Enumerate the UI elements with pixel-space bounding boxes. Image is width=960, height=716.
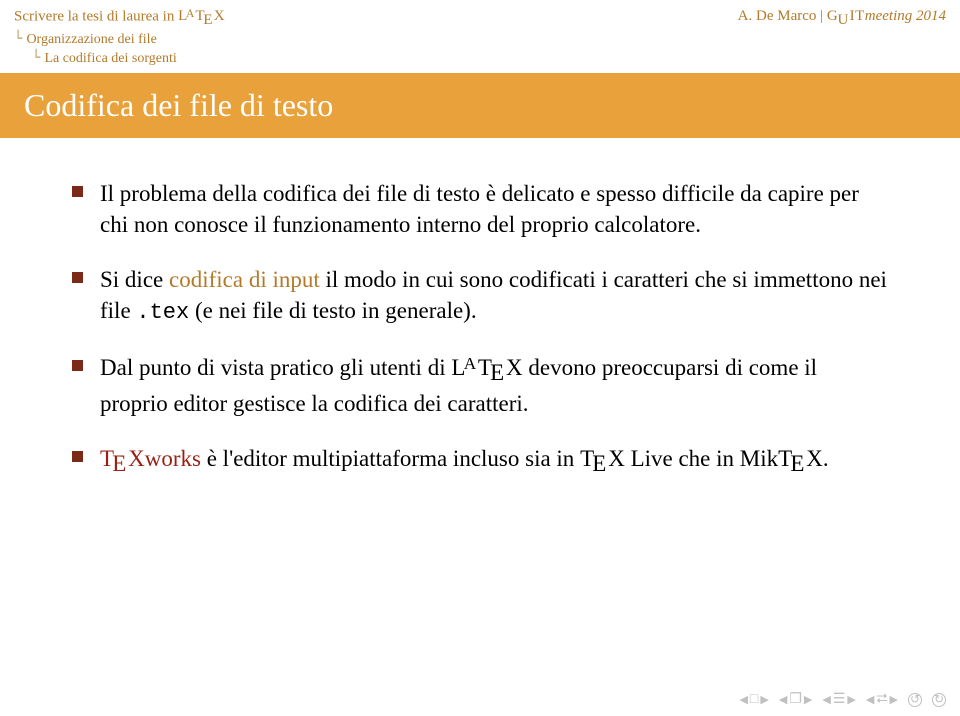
- bullet-4: TEXworks è l'editor multipiattaforma inc…: [100, 443, 890, 479]
- tree-icon: └: [32, 50, 40, 66]
- bullet-4-text-c: .: [823, 446, 829, 471]
- bullet-marker-icon: [72, 272, 83, 283]
- bullet-4-app-name: TEXworks: [100, 446, 201, 471]
- slide-title: Codifica dei file di testo: [24, 87, 936, 124]
- title-band: Codifica dei file di testo: [0, 73, 960, 138]
- header-right: A. De Marco | GUITmeeting 2014: [738, 8, 946, 67]
- nav-prev-frame[interactable]: ◀❐▶: [779, 691, 813, 708]
- nav-forward-icon[interactable]: [932, 693, 946, 707]
- tex-logo: TEX: [580, 446, 625, 471]
- slide-header: Scrivere la tesi di laurea in LATEX └Org…: [0, 0, 960, 73]
- bullet-marker-icon: [72, 186, 83, 197]
- tex-logo: TEX: [778, 446, 823, 471]
- nav-back-icon[interactable]: [908, 693, 922, 707]
- bullet-1: Il problema della codifica dei file di t…: [100, 178, 890, 240]
- bullet-1-text: Il problema della codifica dei file di t…: [100, 181, 859, 237]
- breadcrumb-level-2: └La codifica dei sorgenti: [14, 50, 225, 67]
- nav-prev-slide[interactable]: ◀□▶: [739, 692, 768, 708]
- latex-logo: LATEX: [451, 355, 522, 380]
- slide-body: Il problema della codifica dei file di t…: [0, 138, 960, 503]
- tree-icon: └: [14, 31, 22, 47]
- bullet-3: Dal punto di vista pratico gli utenti di…: [100, 352, 890, 419]
- bullet-2-text-c: (e nei file di testo in generale).: [189, 298, 476, 323]
- beamer-nav: ◀□▶ ◀❐▶ ◀☰▶ ◀⮂▶: [739, 691, 946, 708]
- doc-title: Scrivere la tesi di laurea in LATEX: [14, 8, 225, 29]
- bullet-2-text-a: Si dice: [100, 267, 169, 292]
- bullet-4-text-a: è l'editor multipiattaforma incluso sia …: [201, 446, 580, 471]
- bullet-2-code: .tex: [136, 300, 189, 325]
- bullet-3-text-a: Dal punto di vista pratico gli utenti di: [100, 355, 451, 380]
- bullet-marker-icon: [72, 360, 83, 371]
- bullet-2: Si dice codifica di input il modo in cui…: [100, 264, 890, 328]
- bullet-2-accent: codifica di input: [169, 267, 320, 292]
- bullet-marker-icon: [72, 451, 83, 462]
- bullet-4-text-b: Live che in Mik: [625, 446, 778, 471]
- nav-prev-subsection[interactable]: ◀⮂▶: [866, 692, 898, 708]
- nav-prev-section[interactable]: ◀☰▶: [822, 691, 856, 708]
- breadcrumb-level-1: └Organizzazione dei file: [14, 31, 225, 48]
- header-left: Scrivere la tesi di laurea in LATEX └Org…: [14, 8, 225, 67]
